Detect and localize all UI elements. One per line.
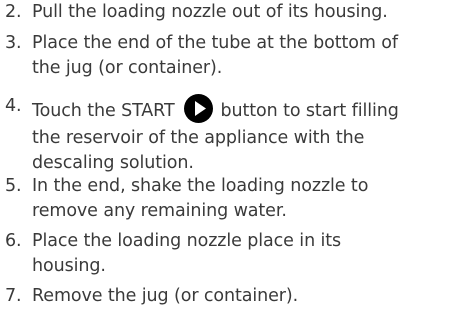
step-number: 4. — [5, 96, 22, 116]
step-text-after-icon: button to start filling — [215, 101, 399, 121]
step-number: 5. — [5, 176, 22, 196]
step-number: 6. — [5, 231, 22, 251]
step-text-line: the jug (or container). — [32, 58, 223, 78]
step-text-line: Remove the jug (or container). — [32, 286, 299, 306]
step-text-line-with-icon: Touch the START button to start filling — [32, 94, 399, 123]
step-number: 7. — [5, 286, 22, 306]
step-text-line: descaling solution. — [32, 153, 194, 173]
play-icon — [184, 94, 214, 123]
step-text-line: the reservoir of the appliance with the — [32, 128, 365, 148]
step-text-before-icon: Touch the START — [32, 101, 181, 121]
step-text-line: housing. — [32, 256, 106, 276]
step-number: 3. — [5, 33, 22, 53]
step-text-line: Place the loading nozzle place in its — [32, 231, 342, 251]
step-text-line: Pull the loading nozzle out of its housi… — [32, 2, 388, 22]
step-number: 2. — [5, 2, 22, 22]
step-text-line: In the end, shake the loading nozzle to — [32, 176, 369, 196]
step-text-line: remove any remaining water. — [32, 201, 287, 221]
step-text-line: Place the end of the tube at the bottom … — [32, 33, 398, 53]
